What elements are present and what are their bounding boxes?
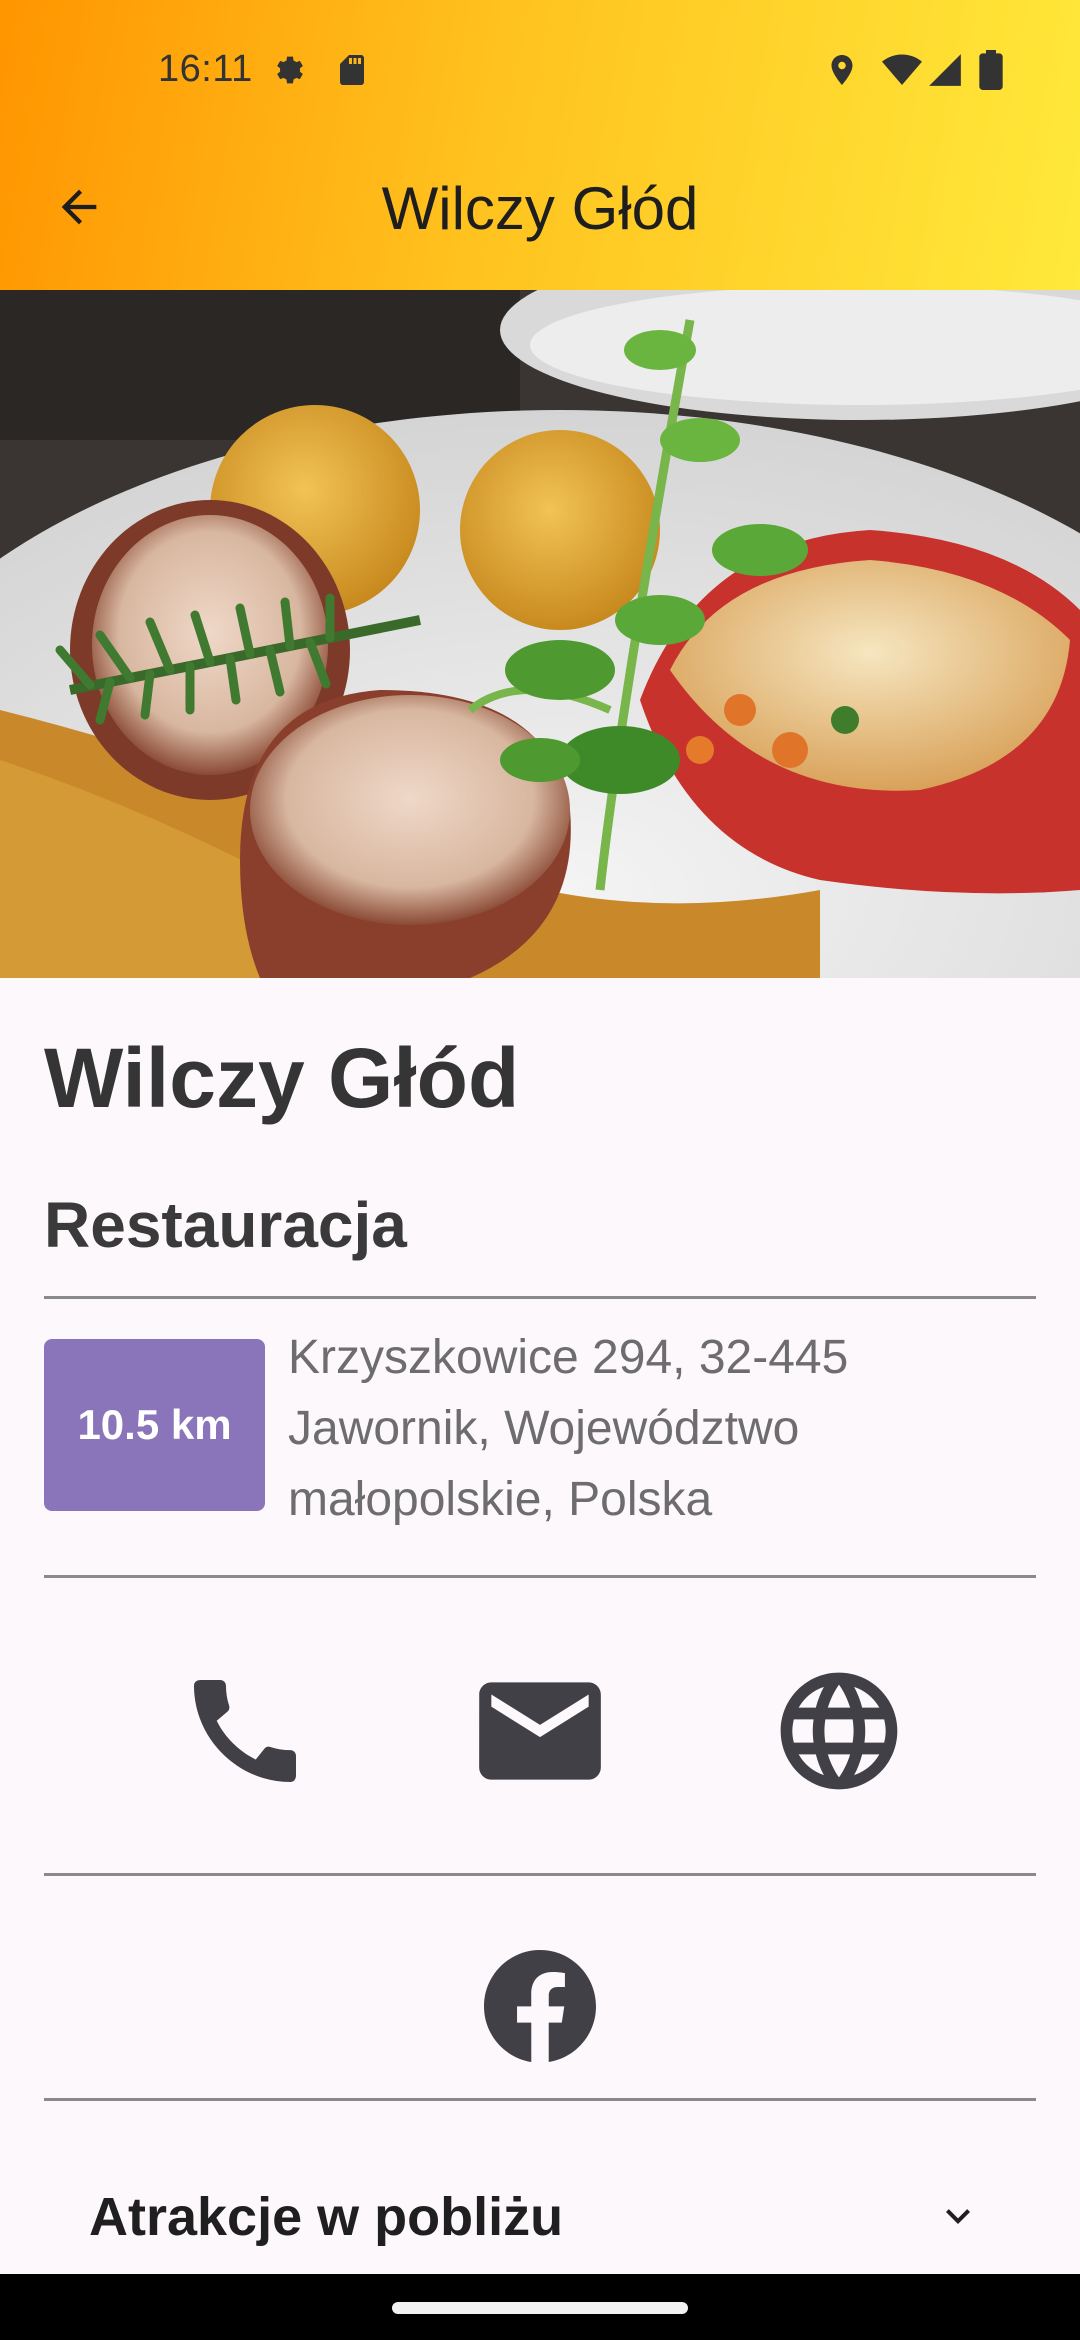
battery-icon: [978, 50, 1004, 95]
toolbar: Wilczy Głód: [0, 150, 1080, 270]
signal-icon: [926, 50, 964, 95]
divider: [44, 1873, 1036, 1876]
divider: [44, 1575, 1036, 1578]
divider: [44, 2098, 1036, 2101]
status-bar: 16:11: [0, 0, 1080, 140]
distance-label: 10.5 km: [77, 1401, 232, 1448]
settings-gear-icon: [270, 50, 310, 95]
place-address: Krzyszkowice 294, 32-445 Jawornik, Wojew…: [288, 1331, 849, 1526]
facebook-button[interactable]: [470, 1938, 610, 2078]
email-button[interactable]: [465, 1658, 615, 1808]
facebook-icon: [484, 1949, 596, 2067]
place-name: Wilczy Głód: [44, 1031, 520, 1125]
chevron-down-icon: [934, 2192, 982, 2245]
location-pin-icon: [824, 50, 860, 95]
app-bar: 16:11 Wilczy Głód: [0, 0, 1080, 290]
phone-button[interactable]: [170, 1658, 320, 1808]
nearby-attractions-title: Atrakcje w pobliżu: [89, 2187, 564, 2247]
toolbar-title: Wilczy Głód: [381, 175, 699, 242]
navigation-bar: [0, 2274, 1080, 2340]
divider: [44, 1296, 1036, 1299]
sd-card-icon: [334, 50, 370, 95]
status-time: 16:11: [158, 48, 253, 90]
mail-icon: [467, 1658, 613, 1809]
web-globe-icon: [769, 1661, 909, 1806]
wifi-icon: [880, 50, 924, 95]
nearby-attractions-toggle[interactable]: Atrakcje w pobliżu: [44, 2152, 1036, 2262]
place-type: Restauracja: [44, 1189, 407, 1261]
website-button[interactable]: [764, 1658, 914, 1808]
distance-badge: 10.5 km: [44, 1339, 265, 1511]
home-gesture-handle[interactable]: [392, 2302, 688, 2314]
phone-icon: [177, 1663, 313, 1804]
place-photo: [0, 290, 1080, 978]
